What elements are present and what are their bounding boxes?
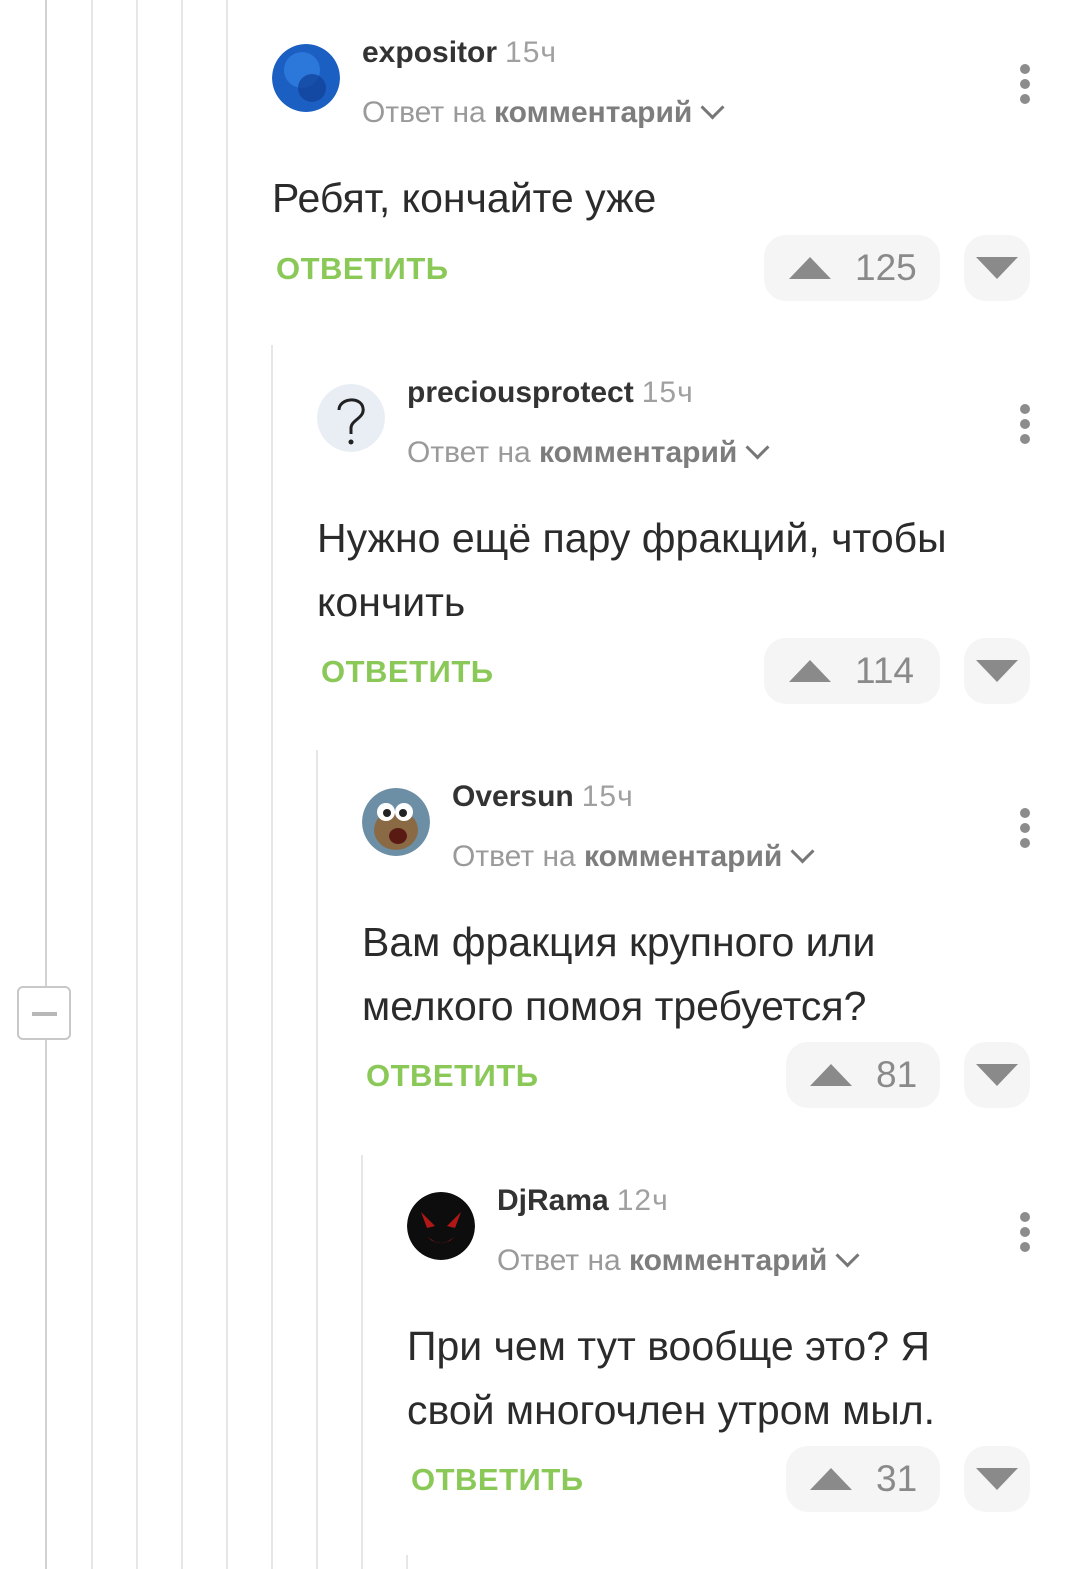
timestamp: 15ч xyxy=(641,376,694,409)
comment-text-line: При чем тут вообще это? Я xyxy=(407,1323,931,1369)
comment-text-line: свой многочлен утром мыл. xyxy=(407,1387,936,1433)
reply-to: Ответ на комментарий xyxy=(452,839,815,874)
arrow-down-icon xyxy=(976,1064,1018,1086)
thread-line xyxy=(316,750,318,1569)
downvote-button[interactable] xyxy=(964,1042,1030,1108)
upvote-button[interactable]: 31 xyxy=(786,1446,940,1512)
comment-text-line: кончить xyxy=(317,579,466,625)
reply-button[interactable]: ОТВЕТИТЬ xyxy=(321,654,494,690)
minus-icon xyxy=(32,1012,57,1016)
avatar[interactable] xyxy=(272,44,340,112)
arrow-up-icon xyxy=(810,1468,852,1490)
reply-to-link[interactable]: комментарий xyxy=(629,1244,827,1277)
more-options-icon[interactable] xyxy=(1020,808,1030,853)
comment-text-line: Нужно ещё пару фракций, чтобы xyxy=(317,515,947,561)
thread-line xyxy=(181,0,183,1569)
rating-count: 114 xyxy=(855,650,914,691)
reply-to: Ответ на комментарий xyxy=(407,435,770,470)
author-name[interactable]: expositor xyxy=(362,36,497,69)
reply-to-prefix: Ответ на xyxy=(362,96,486,129)
chevron-down-icon[interactable] xyxy=(835,1243,860,1268)
upvote-button[interactable]: 125 xyxy=(764,235,940,301)
reply-button[interactable]: ОТВЕТИТЬ xyxy=(366,1058,539,1094)
rating-count: 81 xyxy=(876,1054,918,1095)
comment: expositor 15ч Ответ на комментарий Ребят,… xyxy=(272,6,1030,336)
avatar[interactable] xyxy=(317,384,385,452)
reply-to-prefix: Ответ на xyxy=(407,436,531,469)
thread-line xyxy=(45,0,47,1569)
reply-to: Ответ на комментарий xyxy=(362,95,725,130)
thread-line xyxy=(226,0,228,1569)
downvote-button[interactable] xyxy=(964,1446,1030,1512)
chevron-down-icon[interactable] xyxy=(790,839,815,864)
upvote-button[interactable]: 114 xyxy=(764,638,940,704)
comment-text: Нужно ещё пару фракций, чтобы кончить xyxy=(317,506,947,634)
reply-to-link[interactable]: комментарий xyxy=(494,96,692,129)
thread-line xyxy=(91,0,93,1569)
thread-line xyxy=(406,1555,408,1569)
avatar[interactable] xyxy=(407,1192,475,1260)
timestamp: 15ч xyxy=(581,780,634,813)
downvote-button[interactable] xyxy=(964,638,1030,704)
comment: preciousprotect 15ч Ответ на комментарий … xyxy=(317,346,1030,726)
rating-count: 125 xyxy=(855,247,917,288)
downvote-button[interactable] xyxy=(964,235,1030,301)
comment: Oversun 15ч Ответ на комментарий Вам фрак… xyxy=(362,750,1030,1130)
comment-text: При чем тут вообще это? Я свой многочлен… xyxy=(407,1314,935,1442)
comment: DjRama 12ч Ответ на комментарий При чем т… xyxy=(407,1154,1030,1534)
author-name[interactable]: Oversun xyxy=(452,780,574,813)
author-name[interactable]: preciousprotect xyxy=(407,376,634,409)
more-options-icon[interactable] xyxy=(1020,404,1030,449)
reply-button[interactable]: ОТВЕТИТЬ xyxy=(411,1462,584,1498)
timestamp: 15ч xyxy=(505,36,558,69)
comment-text-line: Вам фракция крупного или xyxy=(362,919,876,965)
arrow-up-icon xyxy=(789,257,831,279)
arrow-up-icon xyxy=(810,1064,852,1086)
rating-count: 31 xyxy=(876,1458,918,1499)
reply-button[interactable]: ОТВЕТИТЬ xyxy=(276,251,449,287)
arrow-down-icon xyxy=(976,1468,1018,1490)
arrow-down-icon xyxy=(976,660,1018,682)
comment-text: Вам фракция крупного или мелкого помоя т… xyxy=(362,910,875,1038)
reply-to-link[interactable]: комментарий xyxy=(539,436,737,469)
chevron-down-icon[interactable] xyxy=(700,95,725,120)
reply-to-prefix: Ответ на xyxy=(452,840,576,873)
comment-text-line: мелкого помоя требуется? xyxy=(362,983,867,1029)
upvote-button[interactable]: 81 xyxy=(786,1042,940,1108)
thread-line xyxy=(136,0,138,1569)
thread-line xyxy=(361,1155,363,1569)
reply-to-link[interactable]: комментарий xyxy=(584,840,782,873)
comment-text: Ребят, кончайте уже xyxy=(272,175,657,221)
chevron-down-icon[interactable] xyxy=(745,435,770,460)
arrow-up-icon xyxy=(789,660,831,682)
more-options-icon[interactable] xyxy=(1020,1212,1030,1257)
arrow-down-icon xyxy=(976,257,1018,279)
more-options-icon[interactable] xyxy=(1020,64,1030,109)
thread-line xyxy=(271,345,273,1569)
reply-to-prefix: Ответ на xyxy=(497,1244,621,1277)
timestamp: 12ч xyxy=(616,1184,669,1217)
reply-to: Ответ на комментарий xyxy=(497,1243,860,1278)
collapse-thread-button[interactable] xyxy=(17,986,71,1040)
avatar[interactable] xyxy=(362,788,430,856)
author-name[interactable]: DjRama xyxy=(497,1184,609,1217)
